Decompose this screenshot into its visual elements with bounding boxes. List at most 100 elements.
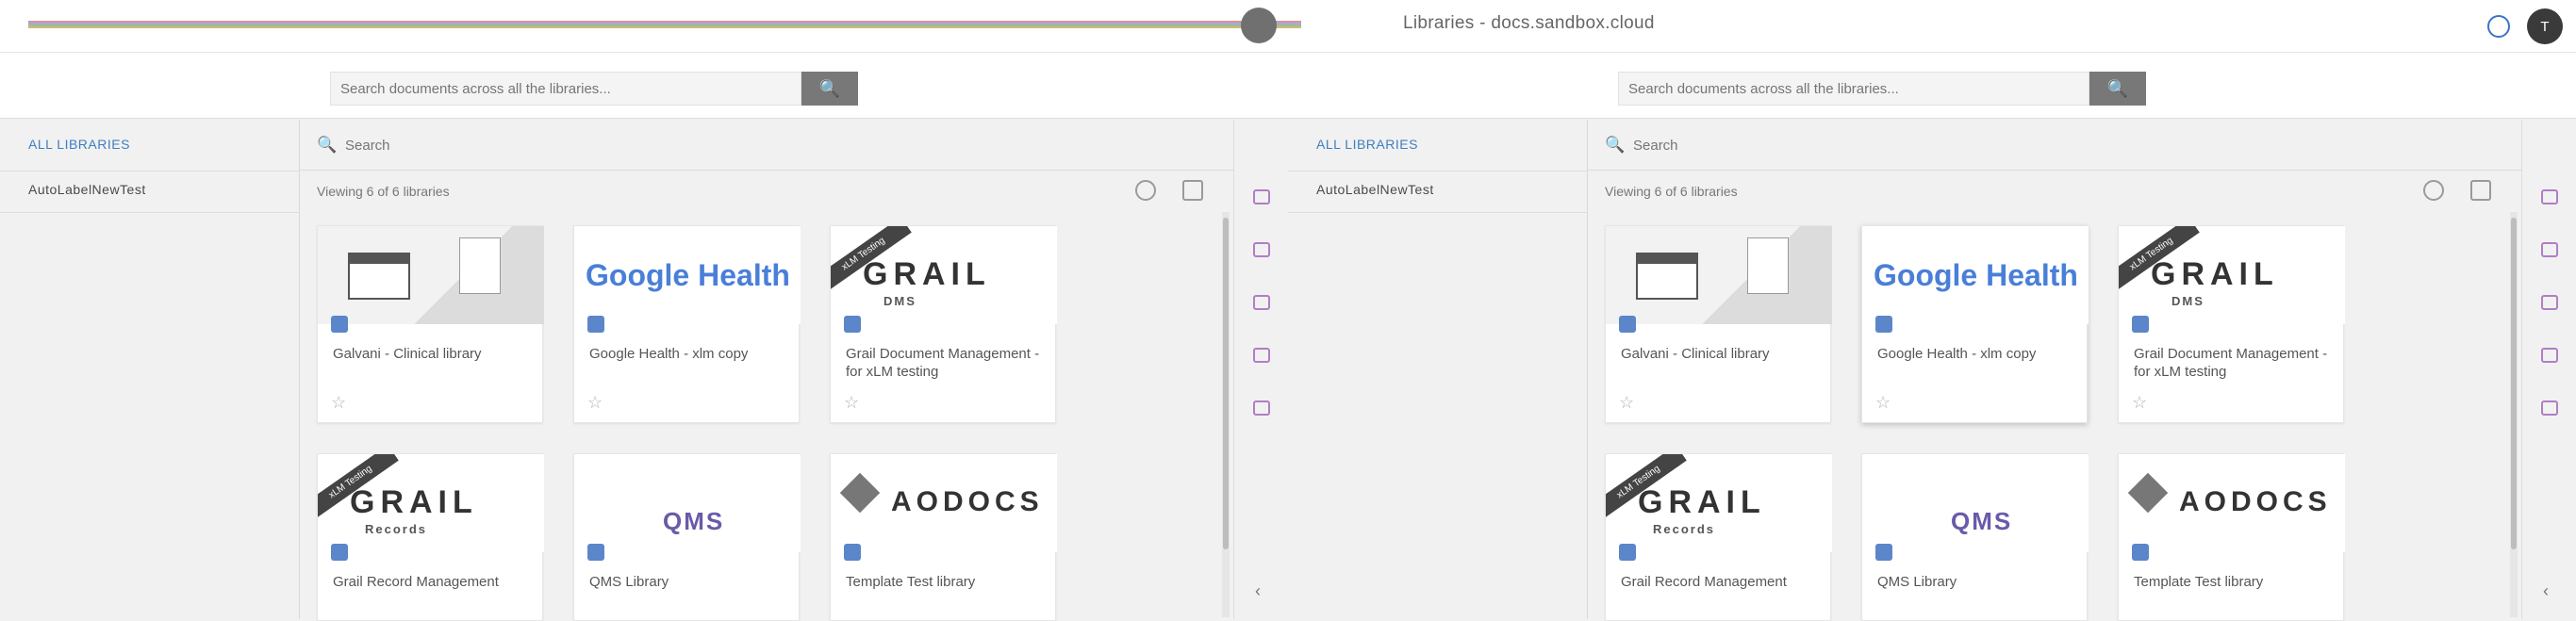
library-type-icon bbox=[844, 544, 861, 561]
star-icon[interactable]: ☆ bbox=[1619, 393, 1634, 413]
global-search-button[interactable]: 🔍 bbox=[801, 72, 858, 106]
library-thumbnail: xLM Testing GRAIL Records bbox=[318, 454, 544, 552]
filter-search-icon: 🔍 bbox=[317, 136, 338, 154]
nav-divider bbox=[1288, 212, 1588, 213]
library-name[interactable]: Google Health - xlm copy bbox=[589, 345, 791, 363]
library-type-icon bbox=[1619, 316, 1636, 333]
library-name[interactable]: Template Test library bbox=[846, 573, 1048, 591]
avatar[interactable]: T bbox=[2527, 8, 2563, 44]
library-logo-sub: DMS bbox=[883, 294, 916, 308]
nav-item-autolabelnewtest[interactable]: AutoLabelNewTest bbox=[1316, 182, 1434, 197]
library-card[interactable]: xLM Testing GRAIL DMS Grail Document Man… bbox=[2118, 225, 2345, 423]
library-nav: ALL LIBRARIES AutoLabelNewTest bbox=[1288, 120, 1588, 619]
star-icon[interactable]: ☆ bbox=[844, 393, 859, 413]
library-card[interactable]: xLM Testing GRAIL DMS Grail Document Man… bbox=[830, 225, 1057, 423]
aodocs-logo-icon bbox=[839, 472, 881, 514]
library-card[interactable]: QMS QMS Library bbox=[1861, 453, 2089, 621]
library-name[interactable]: Google Health - xlm copy bbox=[1877, 345, 2079, 363]
star-icon[interactable]: ☆ bbox=[1875, 393, 1891, 413]
calendar-icon bbox=[348, 253, 410, 300]
folder-icon[interactable] bbox=[1253, 295, 1270, 310]
star-icon[interactable]: ☆ bbox=[331, 393, 346, 413]
library-logo: GRAIL bbox=[863, 256, 991, 292]
workflow-icon[interactable] bbox=[2541, 400, 2558, 416]
library-logo: QMS bbox=[1951, 507, 2013, 535]
apps-icon[interactable] bbox=[2541, 348, 2558, 363]
library-name[interactable]: Template Test library bbox=[2134, 573, 2336, 591]
library-type-icon bbox=[331, 316, 348, 333]
library-thumbnail: xLM Testing GRAIL Records bbox=[1606, 454, 1832, 552]
library-grid-area: 🔍 Viewing 6 of 6 libraries Galvani - Cli… bbox=[1588, 120, 2521, 621]
menu-icon[interactable] bbox=[1241, 8, 1277, 43]
scrollbar-thumb[interactable] bbox=[1223, 218, 1229, 549]
library-logo: GRAIL bbox=[2151, 256, 2279, 292]
grid-view-icon[interactable] bbox=[2470, 180, 2491, 201]
library-card[interactable]: AODOCS Template Test library bbox=[2118, 453, 2345, 621]
viewing-count: Viewing 6 of 6 libraries bbox=[1605, 184, 1738, 199]
nav-all-libraries[interactable]: ALL LIBRARIES bbox=[1316, 137, 1418, 152]
chevron-left-icon[interactable]: ‹ bbox=[1255, 581, 1261, 601]
library-logo: Google Health bbox=[1874, 258, 2078, 292]
people-icon[interactable] bbox=[2541, 242, 2558, 257]
people-icon[interactable] bbox=[1253, 242, 1270, 257]
library-name[interactable]: Grail Document Management - for xLM test… bbox=[2134, 345, 2336, 381]
global-search-input[interactable] bbox=[330, 72, 801, 106]
chevron-left-icon[interactable]: ‹ bbox=[2543, 581, 2549, 601]
library-card[interactable]: Google Health Google Health - xlm copy ☆ bbox=[1861, 225, 2089, 423]
library-thumbnail: QMS bbox=[574, 454, 801, 552]
library-logo-sub: Records bbox=[1653, 522, 1716, 536]
settings-icon[interactable] bbox=[1253, 189, 1270, 204]
star-icon[interactable]: ☆ bbox=[587, 393, 603, 413]
library-card[interactable]: Google Health Google Health - xlm copy ☆ bbox=[573, 225, 801, 423]
library-type-icon bbox=[2132, 316, 2149, 333]
library-card[interactable]: xLM Testing GRAIL Records Grail Record M… bbox=[317, 453, 544, 621]
library-name[interactable]: QMS Library bbox=[1877, 573, 2079, 591]
app-logo[interactable] bbox=[17, 13, 158, 38]
library-logo: AODOCS bbox=[2179, 486, 2332, 517]
library-name[interactable]: Galvani - Clinical library bbox=[333, 345, 535, 363]
library-type-icon bbox=[1875, 316, 1892, 333]
nav-all-libraries[interactable]: ALL LIBRARIES bbox=[28, 137, 130, 152]
library-thumbnail bbox=[318, 226, 544, 324]
library-thumbnail: Google Health bbox=[1862, 226, 2089, 324]
right-side-rail: ‹ bbox=[1233, 120, 1288, 619]
library-name[interactable]: Grail Document Management - for xLM test… bbox=[846, 345, 1048, 381]
library-card[interactable]: QMS QMS Library bbox=[573, 453, 801, 621]
library-filter-input[interactable] bbox=[1633, 133, 2010, 157]
library-card[interactable]: Galvani - Clinical library ☆ bbox=[317, 225, 544, 423]
settings-icon[interactable] bbox=[2541, 189, 2558, 204]
library-card[interactable]: Galvani - Clinical library ☆ bbox=[1605, 225, 1832, 423]
workflow-icon[interactable] bbox=[1253, 400, 1270, 416]
library-type-icon bbox=[331, 544, 348, 561]
library-type-icon bbox=[1875, 544, 1892, 561]
library-name[interactable]: Grail Record Management bbox=[333, 573, 535, 591]
star-icon[interactable]: ☆ bbox=[2132, 393, 2147, 413]
library-filter-row: 🔍 bbox=[1588, 120, 2521, 171]
library-logo: GRAIL bbox=[350, 484, 478, 520]
help-icon[interactable] bbox=[2487, 15, 2510, 38]
scrollbar-thumb[interactable] bbox=[2511, 218, 2517, 549]
apps-icon[interactable] bbox=[1253, 348, 1270, 363]
library-thumbnail: AODOCS bbox=[2119, 454, 2345, 552]
aodocs-logo-icon bbox=[2127, 472, 2169, 514]
list-view-icon[interactable] bbox=[2423, 180, 2444, 201]
library-name[interactable]: QMS Library bbox=[589, 573, 791, 591]
global-search-button[interactable]: 🔍 bbox=[2089, 72, 2146, 106]
grid-view-icon[interactable] bbox=[1182, 180, 1203, 201]
list-view-icon[interactable] bbox=[1135, 180, 1156, 201]
library-name[interactable]: Grail Record Management bbox=[1621, 573, 1823, 591]
right-side-rail: ‹ bbox=[2521, 120, 2576, 619]
folder-icon[interactable] bbox=[2541, 295, 2558, 310]
document-icon bbox=[459, 237, 501, 294]
library-type-icon bbox=[1619, 544, 1636, 561]
library-type-icon bbox=[587, 316, 604, 333]
global-search-bar: 🔍 bbox=[1288, 53, 2576, 119]
library-thumbnail: QMS bbox=[1862, 454, 2089, 552]
library-card[interactable]: xLM Testing GRAIL Records Grail Record M… bbox=[1605, 453, 1832, 621]
library-thumbnail: AODOCS bbox=[831, 454, 1057, 552]
library-name[interactable]: Galvani - Clinical library bbox=[1621, 345, 1823, 363]
global-search-input[interactable] bbox=[1618, 72, 2089, 106]
library-filter-input[interactable] bbox=[345, 133, 722, 157]
library-card[interactable]: AODOCS Template Test library bbox=[830, 453, 1057, 621]
nav-item-autolabelnewtest[interactable]: AutoLabelNewTest bbox=[28, 182, 146, 197]
